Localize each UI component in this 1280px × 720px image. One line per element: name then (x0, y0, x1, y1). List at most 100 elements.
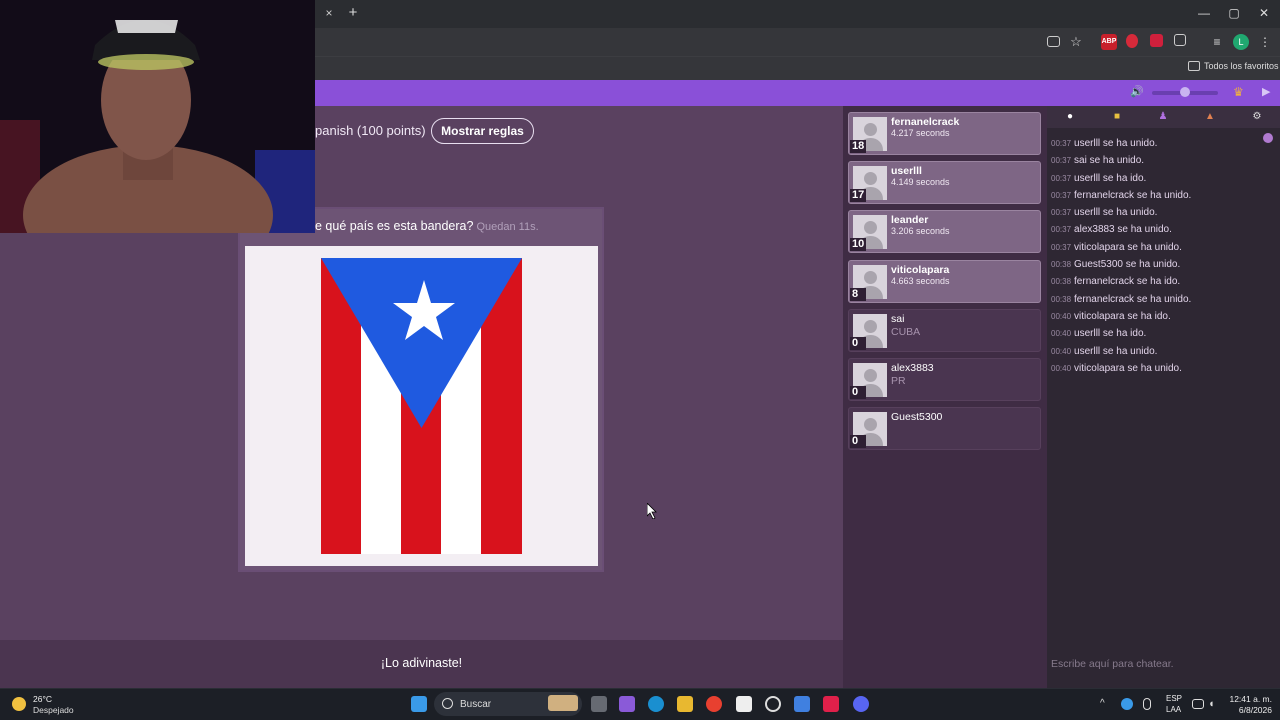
extension-icon[interactable] (1126, 34, 1138, 48)
fire-icon[interactable]: ▲ (1203, 110, 1217, 124)
adblock-extension-icon[interactable]: ABP (1101, 34, 1117, 50)
clock-date[interactable]: 6/8/2026 (1226, 705, 1272, 715)
onedrive-icon[interactable] (1121, 698, 1133, 710)
edge-icon[interactable] (648, 696, 664, 712)
discord-icon[interactable] (853, 696, 869, 712)
close-tab-icon[interactable]: × (322, 6, 336, 20)
player-card[interactable]: 0 alex3883 PR (848, 358, 1041, 401)
all-bookmarks-link[interactable]: Todos los favoritos (1204, 61, 1279, 71)
language-layout[interactable]: LAA (1166, 705, 1181, 714)
player-score: 10 (850, 238, 867, 251)
play-icon[interactable]: ▶ (1262, 86, 1270, 98)
app-icon[interactable] (794, 696, 810, 712)
player-card[interactable]: 18 fernanelcrack 4.217 seconds (848, 112, 1041, 155)
network-icon[interactable] (1192, 699, 1204, 709)
bookmark-star-icon[interactable]: ☆ (1068, 34, 1084, 50)
game-title: panish (100 points) (315, 123, 426, 138)
chat-message: 00:37 userlll se ha unido. (1051, 135, 1271, 152)
player-name: Guest5300 (891, 411, 943, 423)
player-card[interactable]: 10 leander 3.206 seconds (848, 210, 1041, 253)
tiktok-icon[interactable] (823, 696, 839, 712)
chat-message-time: 00:38 (1051, 277, 1072, 287)
chat-message-time: 00:37 (1051, 173, 1072, 183)
chat-input[interactable] (1047, 652, 1280, 676)
search-highlight-icon (548, 695, 578, 711)
extensions-puzzle-icon[interactable] (1174, 34, 1186, 46)
clock-time[interactable]: 12:41 a. m. (1226, 694, 1272, 704)
new-tab-button[interactable]: + (346, 5, 360, 21)
capcut-icon[interactable] (736, 696, 752, 712)
windows-start-icon[interactable] (411, 696, 427, 712)
gear-icon[interactable]: ⚙ (1250, 110, 1264, 124)
minimize-window-button[interactable]: — (1194, 6, 1214, 20)
task-view-icon[interactable] (591, 696, 607, 712)
chat-message: 00:40 userlll se ha unido. (1051, 343, 1271, 360)
speaker-icon[interactable]: ◖ (1208, 698, 1220, 710)
weather-description[interactable]: Despejado (33, 705, 74, 715)
player-time: 4.217 seconds (891, 128, 950, 138)
time-left: Quedan 11s. (476, 221, 539, 233)
user-icon[interactable]: ♟ (1156, 110, 1170, 124)
chrome-icon[interactable] (706, 696, 722, 712)
chat-message-text: Guest5300 se ha unido. (1074, 259, 1181, 271)
chat-message-text: userlll se ha unido. (1074, 207, 1158, 219)
chevron-up-icon[interactable]: ^ (1100, 699, 1110, 709)
copilot-icon[interactable] (619, 696, 635, 712)
chat-message-text: sai se ha unido. (1074, 155, 1145, 167)
gift-icon[interactable]: ■ (1110, 110, 1124, 124)
player-card[interactable]: 8 viticolapara 4.663 seconds (848, 260, 1041, 303)
profile-avatar[interactable]: L (1233, 34, 1249, 50)
streamer-video (0, 0, 315, 233)
player-guess: CUBA (891, 326, 921, 338)
mouse-cursor-icon (647, 503, 657, 519)
player-name: fernanelcrack (891, 116, 960, 128)
chat-message: 00:40 userlll se ha ido. (1051, 325, 1271, 342)
crown-icon[interactable]: ♛ (1233, 86, 1247, 98)
player-score: 0 (850, 386, 866, 399)
chat-icon[interactable]: ● (1063, 110, 1077, 124)
volume-icon[interactable]: 🔊 (1130, 86, 1144, 98)
player-guess: PR (891, 375, 906, 387)
chat-message: 00:38 fernanelcrack se ha ido. (1051, 273, 1271, 290)
chat-message-time: 00:40 (1051, 329, 1072, 339)
taskbar-search-label: Buscar (460, 699, 492, 710)
answer-result: ¡Lo adivinaste! (380, 656, 463, 670)
install-app-icon[interactable] (1047, 36, 1060, 47)
chat-message-time: 00:40 (1051, 363, 1072, 373)
extension-icon-2[interactable] (1150, 34, 1163, 47)
chat-message-text: viticolapara se ha ido. (1074, 310, 1171, 322)
browser-menu-icon[interactable]: ⋮ (1257, 34, 1273, 50)
chat-message-time: 00:38 (1051, 260, 1072, 270)
player-card[interactable]: 0 sai CUBA (848, 309, 1041, 352)
folder-icon[interactable] (1188, 61, 1200, 71)
show-rules-button[interactable]: Mostrar reglas (431, 118, 534, 144)
language-indicator[interactable]: ESP (1166, 694, 1182, 703)
chat-message: 00:37 userlll se ha unido. (1051, 204, 1271, 221)
microphone-icon[interactable] (1143, 698, 1151, 710)
reading-list-icon[interactable]: ≡ (1209, 34, 1225, 50)
chat-message-time: 00:37 (1051, 225, 1072, 235)
file-explorer-icon[interactable] (677, 696, 693, 712)
chat-message-time: 00:37 (1051, 139, 1072, 148)
chat-message: 00:37 alex3883 se ha unido. (1051, 221, 1271, 238)
close-window-button[interactable]: ✕ (1254, 6, 1274, 20)
chat-message: 00:37 sai se ha unido. (1051, 152, 1271, 169)
chat-message-time: 00:40 (1051, 346, 1072, 356)
chat-message-time: 00:38 (1051, 294, 1072, 304)
volume-slider-thumb[interactable] (1180, 87, 1190, 97)
chat-message-time: 00:40 (1051, 311, 1072, 321)
obs-icon[interactable] (765, 696, 781, 712)
player-card[interactable]: 0 Guest5300 (848, 407, 1041, 450)
weather-temperature[interactable]: 26°C (33, 694, 52, 704)
player-time: 3.206 seconds (891, 226, 950, 236)
webcam-overlay (0, 0, 315, 233)
maximize-window-button[interactable]: ▢ (1224, 6, 1244, 20)
chat-messages: 00:37 userlll se ha unido. 00:37 sai se ha … (1051, 135, 1271, 377)
player-score: 8 (850, 288, 866, 301)
chat-message-text: fernanelcrack se ha unido. (1074, 293, 1192, 305)
chat-message-text: alex3883 se ha unido. (1074, 224, 1172, 236)
weather-moon-icon[interactable] (12, 697, 26, 711)
player-card[interactable]: 17 userlll 4.149 seconds (848, 161, 1041, 204)
taskbar (0, 688, 1280, 720)
chat-message-text: userlll se ha unido. (1074, 138, 1158, 149)
